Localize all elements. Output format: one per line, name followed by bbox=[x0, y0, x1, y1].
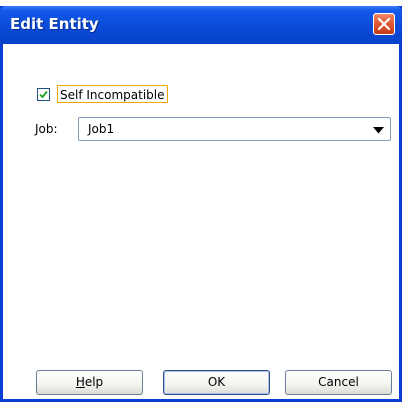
help-button[interactable]: Help bbox=[36, 370, 143, 395]
self-incompatible-label[interactable]: Self Incompatible bbox=[57, 85, 168, 103]
edit-entity-dialog: Edit Entity Self Incompatible Job: Job1 … bbox=[0, 6, 402, 402]
ok-button[interactable]: OK bbox=[163, 370, 270, 395]
chevron-down-icon[interactable] bbox=[373, 127, 384, 134]
job-dropdown-value: Job1 bbox=[88, 122, 115, 136]
title-bar[interactable]: Edit Entity bbox=[0, 6, 402, 44]
job-label: Job: bbox=[35, 122, 58, 136]
cancel-button[interactable]: Cancel bbox=[285, 370, 392, 395]
job-dropdown[interactable]: Job1 bbox=[78, 117, 391, 141]
close-button[interactable] bbox=[373, 13, 395, 35]
help-label: elp bbox=[84, 375, 104, 389]
dialog-content: Self Incompatible Job: Job1 Help OK Canc… bbox=[3, 44, 399, 399]
help-mnemonic: H bbox=[75, 375, 85, 389]
close-icon bbox=[377, 17, 391, 31]
self-incompatible-checkbox[interactable] bbox=[37, 88, 50, 101]
dialog-title: Edit Entity bbox=[10, 15, 99, 33]
checkmark-icon bbox=[39, 90, 48, 99]
